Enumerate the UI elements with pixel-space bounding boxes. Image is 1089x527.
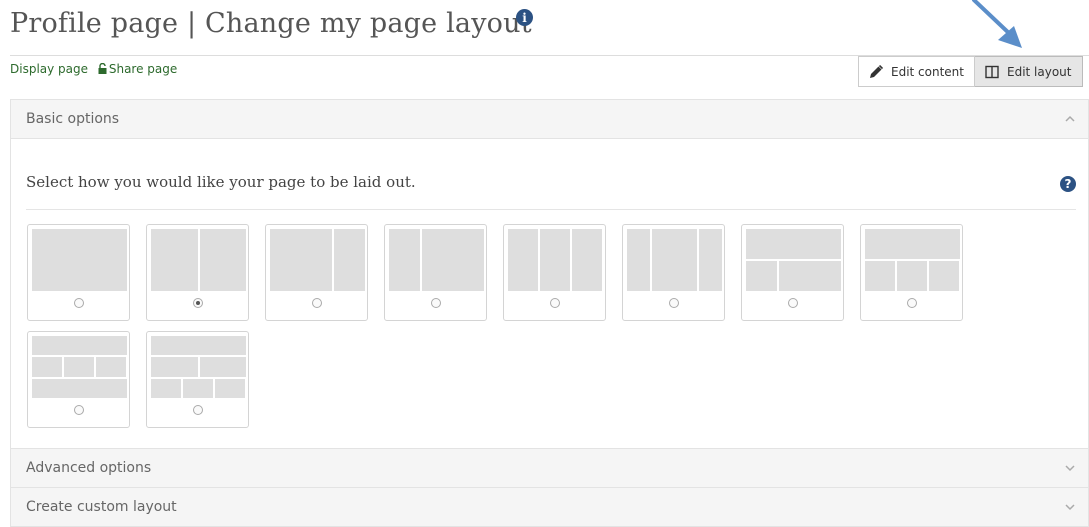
- layout-diagram: [746, 229, 841, 291]
- layout-radio[interactable]: [550, 298, 560, 308]
- layout-option[interactable]: [146, 224, 249, 321]
- layout-column-block: [572, 229, 603, 291]
- layout-column-block: [32, 229, 127, 291]
- layout-column-block: [421, 229, 484, 291]
- layout-column-block: [32, 378, 127, 398]
- layout-diagram: [32, 336, 127, 398]
- layout-radio[interactable]: [431, 298, 441, 308]
- layout-column-block: [32, 336, 127, 356]
- layout-option[interactable]: [27, 224, 130, 321]
- lock-open-icon: [98, 63, 107, 74]
- layout-column-block: [929, 261, 960, 291]
- edit-layout-button[interactable]: Edit layout: [975, 56, 1083, 87]
- layout-option[interactable]: [265, 224, 368, 321]
- layout-column-block: [334, 229, 365, 291]
- layout-column-block: [151, 357, 198, 377]
- display-page-link[interactable]: Display page: [10, 62, 88, 76]
- arrow-annotation: [972, 0, 1022, 48]
- layout-radio[interactable]: [74, 298, 84, 308]
- layout-diagram: [627, 229, 722, 291]
- layout-diagram: [508, 229, 603, 291]
- layout-column-block: [199, 357, 246, 377]
- layout-radio[interactable]: [788, 298, 798, 308]
- layout-column-block: [199, 229, 246, 291]
- layout-column-block: [865, 261, 896, 291]
- layout-diagram: [270, 229, 365, 291]
- page-links: Display page Share page: [10, 62, 177, 76]
- basic-options-panel: Basic options Select how you would like …: [10, 99, 1089, 450]
- edit-mode-toolbar: Edit content Edit layout: [858, 56, 1083, 88]
- layout-column-block: [699, 229, 722, 291]
- chevron-down-icon: [1065, 465, 1075, 472]
- instruction-divider: [26, 209, 1076, 210]
- layout-diagram: [151, 229, 246, 291]
- layout-column-block: [389, 229, 420, 291]
- layout-column-block: [32, 357, 63, 377]
- layout-column-block: [64, 357, 95, 377]
- layout-option[interactable]: [27, 331, 130, 428]
- advanced-options-panel: Advanced options: [10, 448, 1089, 488]
- layout-column-block: [778, 261, 841, 291]
- layout-option[interactable]: [622, 224, 725, 321]
- basic-options-body: Select how you would like your page to b…: [11, 138, 1088, 449]
- help-question-icon[interactable]: ?: [1060, 176, 1076, 192]
- edit-layout-label: Edit layout: [1007, 64, 1072, 79]
- layout-option[interactable]: [860, 224, 963, 321]
- layout-column-block: [183, 378, 214, 398]
- layout-diagram: [151, 336, 246, 398]
- layout-column-block: [746, 261, 777, 291]
- page-title: Profile page | Change my page layout: [10, 8, 532, 39]
- custom-layout-title: Create custom layout: [26, 499, 177, 515]
- layout-radio[interactable]: [669, 298, 679, 308]
- layout-column-block: [508, 229, 539, 291]
- custom-layout-header[interactable]: Create custom layout: [11, 488, 1088, 526]
- share-page-link[interactable]: Share page: [109, 62, 177, 76]
- layout-column-block: [651, 229, 698, 291]
- layout-option[interactable]: [384, 224, 487, 321]
- layout-column-block: [151, 229, 198, 291]
- layout-column-block: [865, 229, 960, 259]
- basic-options-header[interactable]: Basic options: [11, 100, 1088, 138]
- edit-content-label: Edit content: [891, 64, 964, 79]
- layout-radio[interactable]: [193, 298, 203, 308]
- columns-icon: [985, 65, 999, 78]
- basic-options-title: Basic options: [26, 111, 120, 127]
- layout-diagram: [32, 229, 127, 291]
- layout-diagram: [389, 229, 484, 291]
- layout-column-block: [151, 378, 182, 398]
- info-circle-icon[interactable]: i: [516, 9, 533, 26]
- layout-option[interactable]: [146, 331, 249, 428]
- layout-option[interactable]: [503, 224, 606, 321]
- layout-column-block: [270, 229, 333, 291]
- chevron-up-icon: [1065, 115, 1075, 122]
- layout-radio[interactable]: [907, 298, 917, 308]
- layout-radio[interactable]: [74, 405, 84, 415]
- layout-column-block: [96, 357, 127, 377]
- layout-diagram: [865, 229, 960, 291]
- advanced-options-title: Advanced options: [26, 460, 152, 476]
- layout-column-block: [897, 261, 928, 291]
- layout-instruction: Select how you would like your page to b…: [26, 173, 416, 191]
- edit-content-button[interactable]: Edit content: [858, 56, 975, 87]
- layout-column-block: [540, 229, 571, 291]
- chevron-down-icon: [1065, 504, 1075, 511]
- layout-option[interactable]: [741, 224, 844, 321]
- layout-radio[interactable]: [312, 298, 322, 308]
- layout-radio[interactable]: [193, 405, 203, 415]
- custom-layout-panel: Create custom layout: [10, 487, 1089, 527]
- layout-column-block: [746, 229, 841, 259]
- layout-column-block: [151, 336, 246, 356]
- layout-column-block: [627, 229, 650, 291]
- advanced-options-header[interactable]: Advanced options: [11, 449, 1088, 487]
- layout-column-block: [215, 378, 246, 398]
- pencil-icon: [870, 64, 883, 78]
